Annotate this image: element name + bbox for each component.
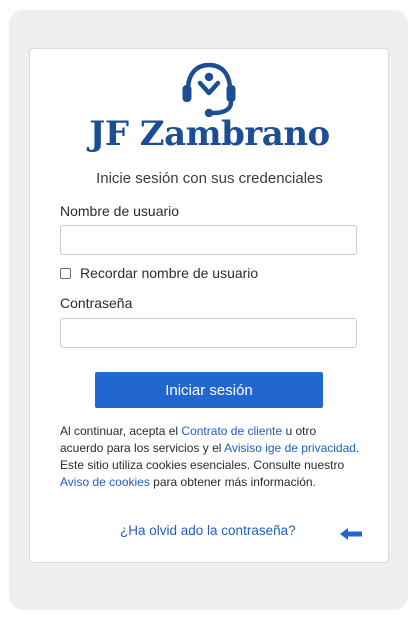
remember-username-checkbox[interactable] (60, 267, 71, 279)
username-label: Nombre de usuario (60, 203, 180, 219)
password-input[interactable] (60, 318, 357, 348)
remember-username-row[interactable]: Recordar nombre de usuario (60, 264, 258, 282)
cookie-notice-link[interactable]: Aviso de cookies (60, 475, 150, 489)
legal-text-4: para obtener más información. (149, 475, 316, 489)
legal-text-1: Al continuar, acepta el (60, 424, 182, 438)
sign-in-button[interactable]: Iniciar sesión (95, 372, 323, 408)
remember-username-label[interactable]: Recordar nombre de usuario (80, 265, 258, 281)
privacy-notice-link[interactable]: Avisiso ige de privacidad (224, 441, 356, 455)
password-label: Contraseña (60, 295, 133, 311)
legal-notice: Al continuar, acepta el Contrato de clie… (60, 423, 360, 491)
username-input[interactable] (60, 225, 357, 255)
headset-support-icon (182, 62, 236, 118)
arrow-left-icon (340, 528, 362, 540)
brand-name: JF Zambrano (89, 114, 330, 154)
login-subtitle: Inicie sesión con sus credenciales (96, 170, 323, 187)
customer-contract-link[interactable]: Contrato de cliente (181, 424, 282, 438)
forgot-password-link[interactable]: ¿Ha olvid ado la contraseña? (120, 523, 296, 538)
